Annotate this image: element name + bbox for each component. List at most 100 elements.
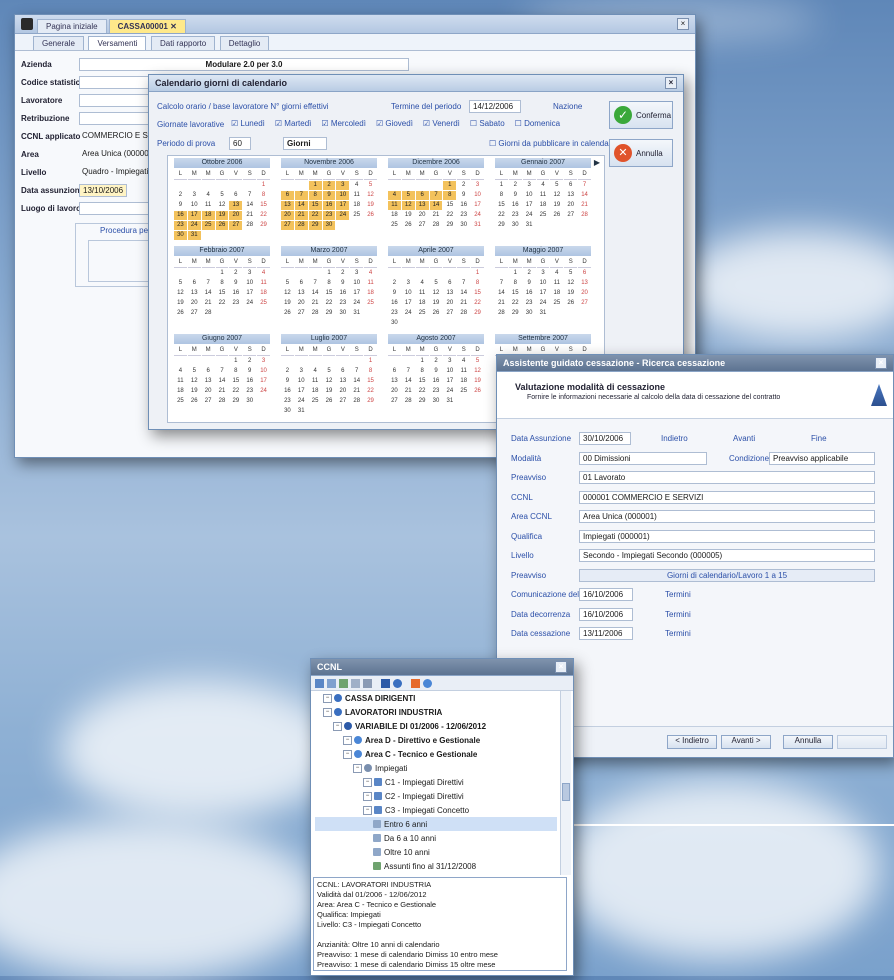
calendar-day[interactable]: 28 [578, 211, 591, 220]
calendar-day[interactable]: 15 [443, 201, 456, 210]
calendar-day[interactable]: 28 [294, 221, 308, 230]
calendar-day[interactable]: 15 [229, 377, 242, 386]
calendar-day[interactable]: 1 [323, 269, 336, 278]
close-icon[interactable]: × [665, 77, 677, 89]
wizard-row-field[interactable]: Impiegati (000001) [579, 529, 875, 543]
calendar-day[interactable]: 16 [243, 377, 256, 386]
calendar-day[interactable]: 16 [229, 289, 242, 298]
calendar-day[interactable]: 22 [495, 211, 508, 220]
calendar-day[interactable]: 12 [364, 191, 377, 200]
wizard-row-field[interactable]: 16/10/2006 [579, 588, 633, 601]
calendar-day[interactable]: 25 [537, 211, 550, 220]
calendar-day[interactable]: 26 [215, 221, 229, 230]
toolbar-icon[interactable] [339, 678, 348, 688]
calendar-day[interactable]: 8 [443, 191, 457, 200]
calendar-day[interactable]: 18 [257, 289, 270, 298]
calendar-day[interactable]: 4 [537, 181, 550, 190]
calendar-day[interactable]: 30 [336, 309, 349, 318]
tree-item[interactable]: − Impiegati [315, 761, 557, 775]
calendar-day[interactable]: 1 [216, 269, 229, 278]
calendar-day[interactable]: 18 [537, 201, 550, 210]
calendar-day[interactable]: 8 [364, 367, 377, 376]
tree-item[interactable]: Assunti fino al 31/12/2008 [315, 859, 557, 871]
calendar-day[interactable]: 21 [495, 299, 508, 308]
calendar-day[interactable]: 21 [309, 299, 322, 308]
area-field[interactable]: Area Unica (000001) [79, 148, 159, 161]
calendar-day[interactable]: 25 [364, 299, 377, 308]
calendar-day[interactable]: 26 [364, 211, 377, 220]
calendar-day[interactable]: 23 [430, 387, 443, 396]
calendar-day[interactable]: 5 [364, 181, 377, 190]
calendar-day[interactable]: 1 [471, 269, 484, 278]
calendar-day[interactable]: 22 [471, 299, 484, 308]
check-domenica[interactable]: ☐ Domenica [515, 119, 560, 128]
calendar-day[interactable]: 8 [257, 191, 270, 200]
calendar-day[interactable]: 26 [564, 299, 577, 308]
calendar-day[interactable]: 19 [281, 299, 294, 308]
calendar-day[interactable]: 19 [174, 299, 187, 308]
close-icon[interactable]: × [677, 18, 689, 30]
calendar-day[interactable]: 30 [457, 221, 470, 230]
subtab-dettaglio[interactable]: Dettaglio [219, 36, 270, 50]
calendar-day[interactable]: 16 [523, 289, 536, 298]
calendar-day[interactable]: 17 [336, 201, 350, 210]
calendar-day[interactable]: 13 [564, 191, 577, 200]
calendar-day[interactable]: 27 [281, 221, 294, 230]
calendar-day[interactable]: 25 [550, 299, 563, 308]
calendar-day[interactable]: 21 [216, 387, 229, 396]
calendar-day[interactable]: 7 [202, 279, 215, 288]
retribuzione-field[interactable] [79, 112, 159, 125]
calendar-day[interactable]: 20 [564, 201, 577, 210]
calendar-day[interactable]: 3 [523, 181, 536, 190]
calendar-day[interactable]: 2 [336, 269, 349, 278]
calendar-day[interactable]: 28 [350, 397, 363, 406]
calendar-day[interactable]: 20 [416, 211, 429, 220]
calendar-day[interactable]: 19 [215, 211, 229, 220]
calendar-day[interactable]: 24 [402, 309, 415, 318]
calendar-day[interactable]: 5 [174, 279, 187, 288]
calendar-day[interactable]: 9 [388, 289, 401, 298]
wizard-nav-link[interactable]: Fine [811, 434, 827, 443]
calendar-day[interactable]: 14 [350, 377, 363, 386]
calendar-day[interactable]: 14 [578, 191, 591, 200]
calendar-day[interactable]: 1 [416, 357, 429, 366]
calendar-day[interactable]: 12 [401, 201, 415, 210]
calendar-day[interactable]: 20 [443, 299, 456, 308]
calendar-day[interactable]: 19 [550, 201, 563, 210]
expand-icon[interactable]: − [353, 763, 362, 773]
calendar-day[interactable]: 20 [281, 211, 294, 220]
calendar-day[interactable]: 15 [471, 289, 484, 298]
tree-item[interactable]: − C2 - Impiegati Direttivi [315, 789, 557, 803]
calendar-day[interactable]: 6 [578, 269, 591, 278]
calendar-day[interactable]: 20 [188, 299, 201, 308]
calendar-day[interactable]: 27 [202, 397, 215, 406]
tab-cassa[interactable]: CASSA00001 ✕ [108, 19, 186, 33]
calendar-day[interactable]: 3 [443, 357, 456, 366]
calendar-day[interactable]: 4 [457, 357, 470, 366]
calendar-day[interactable]: 15 [364, 377, 377, 386]
calendar-day[interactable]: 9 [430, 367, 443, 376]
calendar-day[interactable]: 4 [174, 367, 187, 376]
calendar-day[interactable]: 13 [295, 289, 308, 298]
calendar-day[interactable]: 8 [216, 279, 229, 288]
calendar-day[interactable]: 18 [388, 211, 401, 220]
calendar-day[interactable]: 17 [402, 299, 415, 308]
calendar-day[interactable]: 15 [323, 289, 336, 298]
wizard-row-field[interactable]: 16/10/2006 [579, 607, 633, 621]
calendar-day[interactable]: 2 [388, 279, 401, 288]
close-icon[interactable]: × [555, 661, 567, 673]
calendar-day[interactable]: 31 [537, 309, 550, 318]
termini-link[interactable]: Termini [665, 629, 691, 638]
calendar-day[interactable]: 19 [430, 299, 443, 308]
calendar-day[interactable]: 3 [471, 181, 484, 190]
calendar-day[interactable]: 8 [495, 191, 508, 200]
calendar-day[interactable]: 29 [229, 397, 242, 406]
calendar-day[interactable]: 25 [350, 211, 363, 220]
calendar-day[interactable]: 14 [495, 289, 508, 298]
wizard-row-field[interactable]: Secondo - Impiegati Secondo (000005) [579, 549, 875, 562]
calendar-day[interactable]: 9 [457, 191, 470, 200]
calendar-day[interactable]: 24 [443, 387, 456, 396]
calendar-day[interactable]: 16 [430, 377, 443, 386]
calendar-day[interactable]: 8 [471, 279, 484, 288]
calendar-day[interactable]: 7 [429, 191, 443, 200]
